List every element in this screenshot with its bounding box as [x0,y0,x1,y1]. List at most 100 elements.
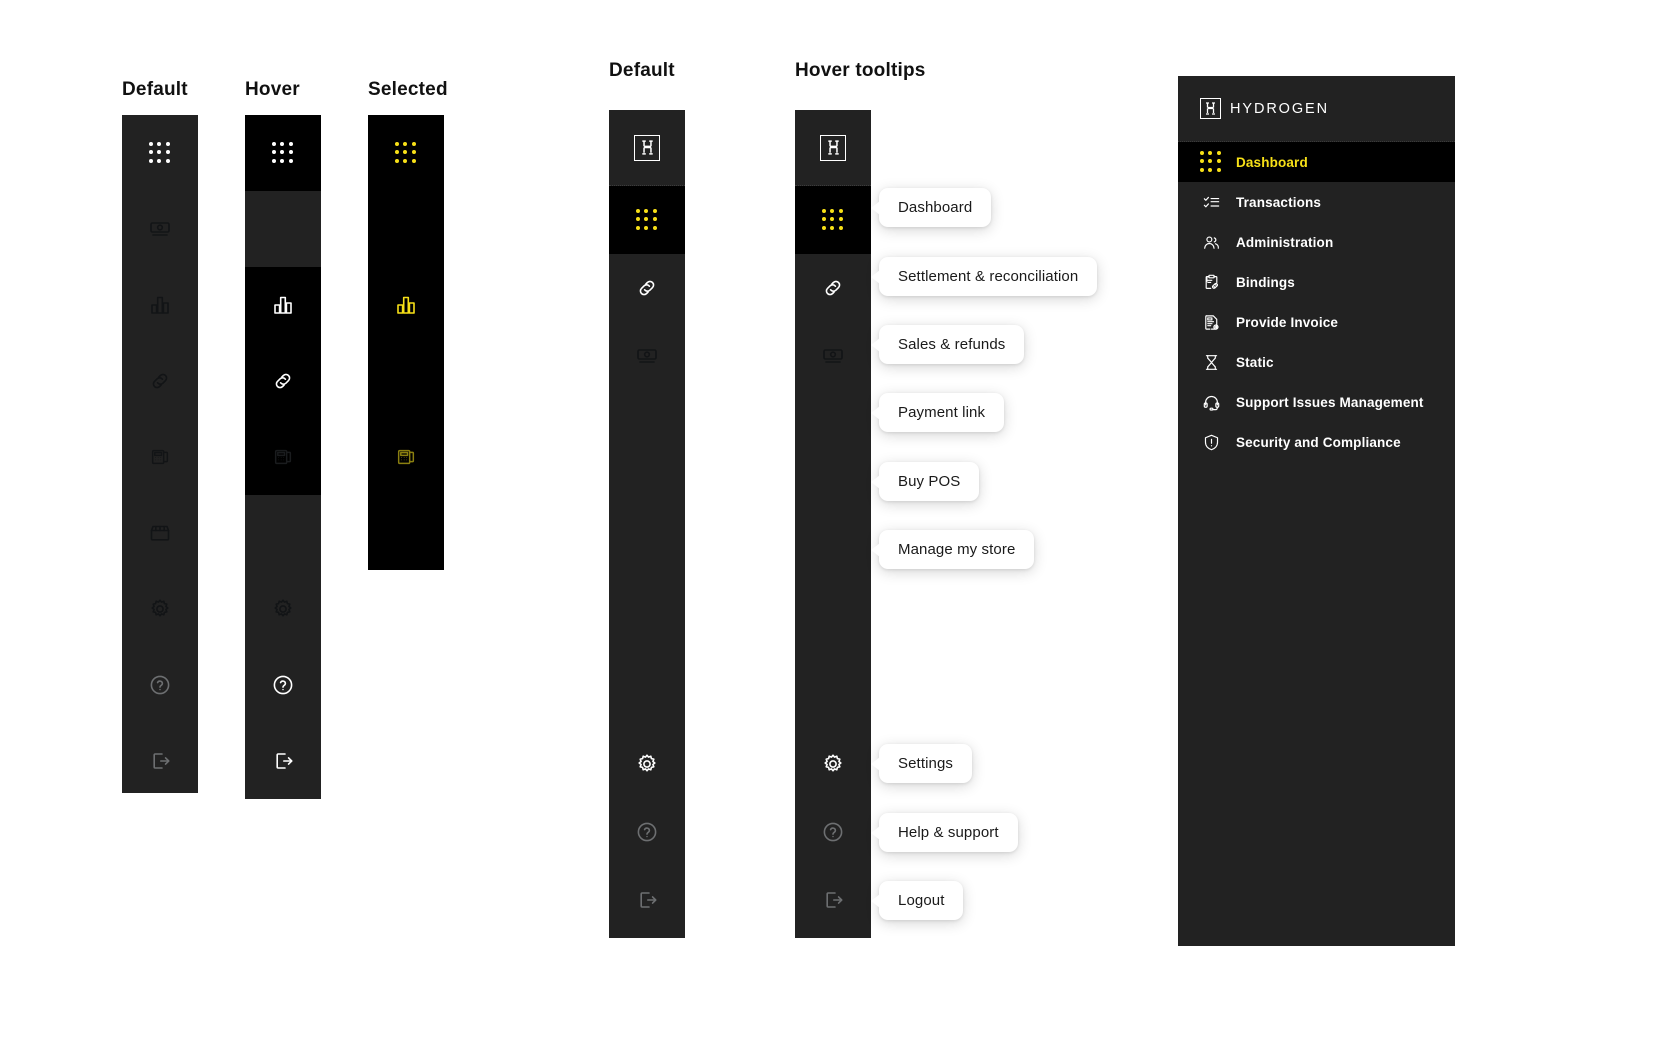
rail-icon-dashboard[interactable] [122,115,198,191]
question-circle-icon [823,822,843,842]
sidebar-item-label: Administration [1236,234,1334,250]
rail-icon-logout[interactable] [122,723,198,799]
link-chain-icon [825,280,841,296]
rail-item-sales-refunds[interactable] [609,322,685,390]
sidebar-item-label: Provide Invoice [1236,314,1339,330]
tooltip-label: Settlement & reconciliation [898,268,1079,285]
logout-arrow-icon [153,753,170,769]
rail-logo[interactable] [609,110,685,186]
question-circle-icon [637,822,657,842]
bar-chart-icon [151,296,169,314]
rail-icon-help-support[interactable] [122,647,198,723]
rail-icon-buy-pos[interactable] [245,419,321,495]
sidebar-item-administration[interactable]: Administration [1178,222,1455,262]
tooltip-settlement-reconciliation: Settlement & reconciliation [879,257,1098,296]
rail-icon-dashboard[interactable] [245,115,321,191]
rail-icon-buy-pos[interactable] [368,419,444,495]
grid-dots-icon [395,142,417,164]
rail-slot-spacer [795,390,871,458]
tooltip-label: Payment link [898,404,986,421]
rail-icon-help-support[interactable] [245,647,321,723]
sidebar-item-bindings[interactable]: Bindings [1178,262,1455,302]
headset-icon [1200,391,1222,413]
link-chain-icon [152,373,168,389]
sidebar-item-transactions[interactable]: Transactions [1178,182,1455,222]
rail-slot-spacer [609,594,685,662]
rail-icon-settings[interactable] [245,571,321,647]
rail-icon-settings[interactable] [122,571,198,647]
tooltip-payment-link: Payment link [879,393,1005,432]
invoice-document-icon [1200,311,1222,333]
cash-note-icon [823,349,843,363]
tooltip-label: Sales & refunds [898,336,1006,353]
rail-item-help-support[interactable] [609,798,685,866]
shield-alert-icon [1200,431,1222,453]
sidebar-item-security-and-compliance[interactable]: Security and Compliance [1178,422,1455,462]
sidebar-item-provide-invoice[interactable]: Provide Invoice [1178,302,1455,342]
pos-terminal-icon [151,449,169,465]
rail-selected-states [368,115,444,570]
sidebar-item-label: Bindings [1236,274,1295,290]
gear-icon [274,599,292,617]
tooltip-dashboard: Dashboard [879,188,992,227]
rail-icon-buy-pos[interactable] [122,419,198,495]
checklist-icon [1200,191,1222,213]
rail-icon-reports[interactable] [245,267,321,343]
sidebar-item-dashboard[interactable]: Dashboard [1178,142,1455,182]
rail-icon-sales-refunds[interactable] [122,191,198,267]
tooltip-label: Help & support [898,824,999,841]
grid-dots-icon [1200,151,1222,173]
label-default-rail: Default [609,60,675,81]
rail-icon-reports[interactable] [122,267,198,343]
rail-item-help-support[interactable] [795,798,871,866]
grid-dots-icon [149,142,171,164]
rail-item-dashboard[interactable] [609,186,685,254]
hydrogen-logo-mark-icon [634,134,660,161]
hydrogen-logo-mark-icon [820,134,846,161]
label-selected-states: Selected [368,79,448,100]
logout-arrow-icon [640,892,657,908]
rail-item-settings[interactable] [609,730,685,798]
sidebar-item-label: Dashboard [1236,154,1308,170]
rail-item-settlement-reconciliation[interactable] [609,254,685,322]
tooltip-help-support: Help & support [879,813,1018,852]
expanded-sidebar-panel: HYDROGEN Dashboard Transactions Administra… [1178,76,1455,946]
gear-icon [638,754,656,772]
rail-item-logout[interactable] [609,866,685,934]
sidebar-item-label: Transactions [1236,194,1322,210]
panel-brand: HYDROGEN [1178,76,1455,142]
label-hover-states: Hover [245,79,300,100]
rail-item-dashboard[interactable] [795,186,871,254]
rail-item-settlement-reconciliation[interactable] [795,254,871,322]
tooltip-label: Settings [898,755,953,772]
tooltip-label: Logout [898,892,945,909]
sidebar-item-label: Static [1236,354,1274,370]
rail-logo[interactable] [795,110,871,186]
rail-icon-reports[interactable] [368,267,444,343]
tooltip-label: Manage my store [898,541,1016,558]
hourglass-icon [1200,351,1222,373]
rail-icon-dashboard[interactable] [368,115,444,191]
tooltip-manage-my-store: Manage my store [879,530,1035,569]
rail-item-settings[interactable] [795,730,871,798]
link-chain-icon [639,280,655,296]
rail-hover-states [245,115,321,799]
tooltip-settings: Settings [879,744,972,783]
label-hover-tooltips: Hover tooltips [795,60,926,81]
sidebar-item-static[interactable]: Static [1178,342,1455,382]
rail-item-logout[interactable] [795,866,871,934]
pos-terminal-icon [274,449,292,465]
sidebar-item-support-issues-management[interactable]: Support Issues Management [1178,382,1455,422]
rail-icon-logout[interactable] [245,723,321,799]
rail-default-states [122,115,198,793]
grid-dots-icon [272,142,294,164]
rail-icon-payment-link[interactable] [245,343,321,419]
rail-icon-manage-my-store[interactable] [122,495,198,571]
rail-item-sales-refunds[interactable] [795,322,871,390]
grid-dots-icon [822,209,844,231]
gear-icon [824,754,842,772]
users-icon [1200,231,1222,253]
rail-icon-payment-link[interactable] [122,343,198,419]
rail-slot-spacer [795,526,871,594]
sidebar-item-label: Security and Compliance [1236,434,1401,450]
